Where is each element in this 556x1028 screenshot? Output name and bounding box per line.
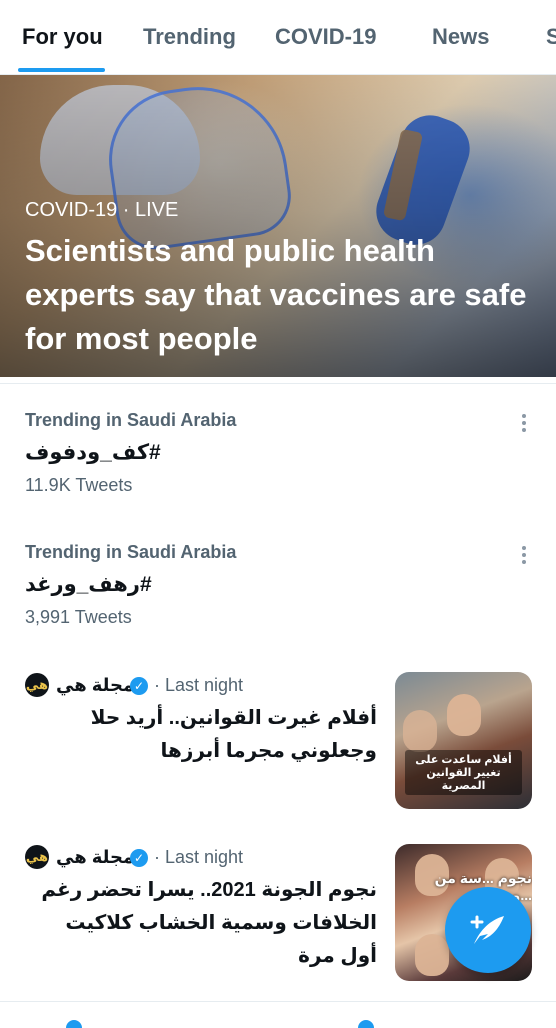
tab-covid-19[interactable]: COVID-19 <box>275 24 376 50</box>
tab-sports-partial[interactable]: S <box>546 24 556 50</box>
news-thumbnail: أفلام ساعدت على تغيير القوانين المصرية <box>395 672 532 809</box>
trend-name: #كف_ودفوف <box>25 441 161 464</box>
verified-badge-icon: ✓ <box>130 677 148 695</box>
trend-name: #رهف_ورغد <box>25 573 152 596</box>
thumbnail-caption: أفلام ساعدت على تغيير القوانين المصرية <box>405 750 522 795</box>
news-source: مجلة هي <box>56 675 135 695</box>
trend-context: Trending in Saudi Arabia <box>25 410 237 430</box>
compose-tweet-icon <box>470 915 504 944</box>
news-title: نجوم الجونة 2021.. يسرا تحضر رغم الخلافا… <box>41 879 377 967</box>
tab-news[interactable]: News <box>432 24 489 50</box>
tab-trending[interactable]: Trending <box>143 24 236 50</box>
source-avatar: هي <box>25 673 49 697</box>
nav-search-icon[interactable] <box>66 1020 82 1028</box>
news-time: · Last night <box>154 847 244 867</box>
hero-story[interactable]: COVID-19 · LIVE Scientists and public he… <box>0 75 556 377</box>
trend-item[interactable]: Trending in Saudi Arabia #كف_ودفوف 11.9K… <box>0 384 556 514</box>
trend-context: Trending in Saudi Arabia <box>25 542 237 562</box>
thumb-face <box>403 710 437 752</box>
trend-item[interactable]: Trending in Saudi Arabia #رهف_ورغد 3,991… <box>0 516 556 646</box>
bottom-navigation <box>0 1001 556 1028</box>
compose-tweet-button[interactable] <box>445 887 531 973</box>
trend-tweet-count: 11.9K Tweets <box>25 475 133 495</box>
news-title: أفلام غيرت القوانين.. أريد حلا وجعلوني م… <box>90 707 377 762</box>
nav-spaces-icon[interactable] <box>358 1020 374 1028</box>
news-source: مجلة هي <box>56 847 135 867</box>
thumb-face <box>415 934 449 976</box>
news-item[interactable]: هي مجلة هي ✓ · Last night أفلام غيرت الق… <box>0 660 556 820</box>
explore-tabs: For you Trending COVID-19 News S <box>0 0 556 75</box>
hero-category: COVID-19 · LIVE <box>25 199 179 221</box>
verified-badge-icon: ✓ <box>130 849 148 867</box>
thumb-face <box>447 694 481 736</box>
news-time: · Last night <box>154 675 244 695</box>
hero-title: Scientists and public health experts say… <box>25 233 527 356</box>
trend-tweet-count: 3,991 Tweets <box>25 607 132 627</box>
active-tab-indicator <box>18 68 105 72</box>
more-vertical-icon[interactable] <box>521 546 527 568</box>
tab-for-you[interactable]: For you <box>22 24 103 50</box>
source-avatar: هي <box>25 845 49 869</box>
more-vertical-icon[interactable] <box>521 414 527 436</box>
